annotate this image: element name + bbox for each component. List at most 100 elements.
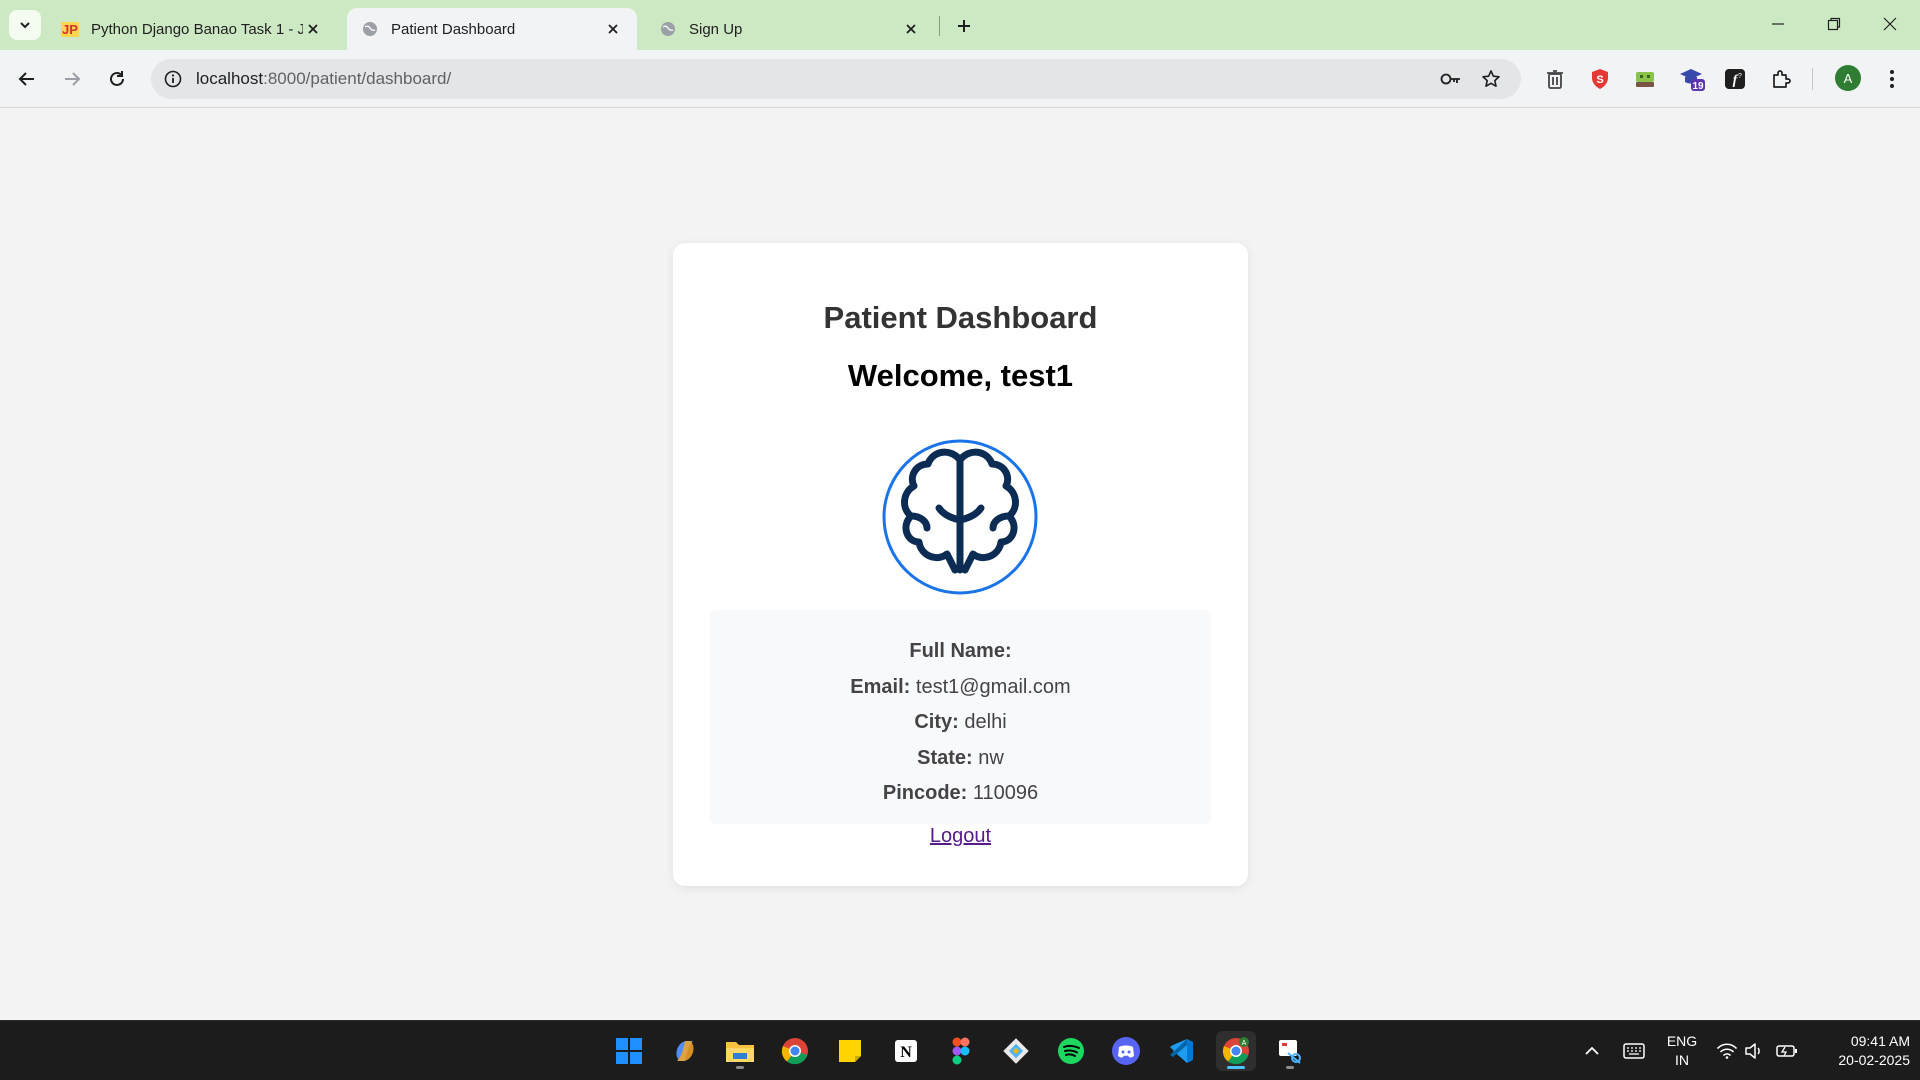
password-key-icon[interactable] [1439, 67, 1463, 91]
forward-button[interactable] [56, 63, 88, 95]
state-label: State: [917, 746, 973, 769]
wifi-icon[interactable] [1714, 1021, 1740, 1080]
shield-extension-icon[interactable]: S [1585, 64, 1615, 94]
address-bar[interactable]: localhost:8000/patient/dashboard/ [151, 59, 1521, 99]
globe-icon [659, 20, 677, 38]
menu-kebab-icon[interactable] [1877, 64, 1907, 94]
chrome-profile-icon[interactable]: A [1216, 1031, 1256, 1071]
trash-extension-icon[interactable] [1540, 64, 1570, 94]
active-indicator [1227, 1066, 1245, 1069]
full-name-label: Full Name: [909, 640, 1012, 662]
tab-sign-up[interactable]: Sign Up [645, 8, 935, 50]
region-code: IN [1675, 1052, 1689, 1068]
running-indicator [1286, 1066, 1294, 1069]
system-clock[interactable]: 09:41 AM 20-02-2025 [1810, 1032, 1910, 1070]
start-icon[interactable] [609, 1031, 649, 1071]
chrome-icon[interactable] [775, 1031, 815, 1071]
language-code: ENG [1666, 1033, 1698, 1049]
font-extension-icon[interactable]: f? [1720, 64, 1750, 94]
city-row: City: delhi [710, 705, 1211, 741]
clock-date: 20-02-2025 [1838, 1052, 1910, 1068]
arrow-right-icon [65, 72, 81, 86]
url-host: localhost [196, 69, 264, 88]
svg-text:N: N [900, 1044, 912, 1061]
tab-search-button[interactable] [9, 10, 41, 40]
profile-avatar[interactable]: A [1835, 65, 1861, 91]
logout-link[interactable]: Logout [673, 825, 1248, 848]
notion-icon[interactable]: N [886, 1031, 926, 1071]
chevron-up-icon [1585, 1046, 1599, 1055]
reload-icon [110, 71, 124, 86]
minimize-button[interactable] [1750, 8, 1806, 40]
close-window-button[interactable] [1862, 8, 1918, 40]
volume-icon[interactable] [1742, 1021, 1766, 1080]
plus-icon [958, 20, 970, 32]
running-indicator [736, 1066, 744, 1069]
close-icon[interactable] [303, 19, 323, 39]
state-value: nw [978, 746, 1004, 769]
tab-separator [939, 16, 940, 36]
tab-title: Patient Dashboard [391, 20, 516, 38]
page-title: Patient Dashboard [823, 300, 1098, 335]
language-indicator[interactable]: ENG IN [1662, 1032, 1702, 1070]
url-path: :8000/patient/dashboard/ [263, 69, 452, 88]
tab-title: Python Django Banao Task 1 - J [91, 20, 303, 38]
arrow-left-icon [18, 72, 34, 86]
spotify-icon[interactable] [1051, 1031, 1091, 1071]
copilot-icon[interactable] [665, 1031, 705, 1071]
back-button[interactable] [11, 63, 43, 95]
email-label: Email: [850, 675, 911, 698]
email-row: Email: test1@gmail.com [710, 670, 1211, 706]
svg-text:?: ? [1738, 73, 1742, 80]
sticky-notes-icon[interactable] [830, 1031, 870, 1071]
minimize-icon [1772, 23, 1784, 25]
browser-toolbar: localhost:8000/patient/dashboard/ S 19 f… [0, 50, 1920, 108]
tab-python-django[interactable]: JP Python Django Banao Task 1 - J [47, 8, 337, 50]
battery-icon[interactable] [1774, 1021, 1800, 1080]
tab-strip: JP Python Django Banao Task 1 - J Patien… [0, 0, 1920, 50]
chevron-down-icon [20, 22, 30, 29]
site-info-icon[interactable] [162, 68, 184, 90]
snipping-tool-icon[interactable] [1270, 1031, 1310, 1071]
state-row: State: nw [710, 741, 1211, 777]
restore-button[interactable] [1806, 8, 1862, 40]
svg-text:A: A [1242, 1040, 1247, 1047]
plant-extension-icon[interactable] [1630, 64, 1660, 94]
close-icon[interactable] [901, 19, 921, 39]
pincode-row: Pincode: 110096 [710, 776, 1211, 812]
pincode-label: Pincode: [882, 782, 968, 804]
email-value: test1@gmail.com [915, 675, 1071, 698]
brain-avatar-icon [882, 439, 1038, 595]
close-icon[interactable] [603, 19, 623, 39]
restore-icon [1827, 17, 1841, 31]
extension-badge: 19 [1692, 81, 1704, 92]
jp-favicon-icon: JP [61, 21, 79, 37]
vscode-icon[interactable] [1161, 1031, 1201, 1071]
discord-icon[interactable] [1106, 1031, 1146, 1071]
toolbar-divider [1812, 68, 1813, 90]
city-value: delhi [964, 711, 1007, 733]
bookmark-star-icon[interactable] [1479, 67, 1503, 91]
show-hidden-icons-button[interactable] [1580, 1021, 1604, 1080]
full-name-row: Full Name: [710, 634, 1211, 670]
extensions-puzzle-icon[interactable] [1766, 64, 1796, 94]
graduation-cap-extension-icon[interactable]: 19 [1677, 64, 1707, 94]
pincode-value: 110096 [972, 782, 1039, 804]
file-explorer-icon[interactable] [720, 1031, 760, 1071]
svg-text:S: S [1596, 74, 1603, 86]
reload-button[interactable] [101, 63, 133, 95]
tab-title: Sign Up [689, 20, 743, 38]
globe-icon [361, 20, 379, 38]
patient-info-box: Full Name: Email: test1@gmail.com City: … [710, 610, 1211, 824]
tab-patient-dashboard[interactable]: Patient Dashboard [347, 8, 637, 50]
keyboard-icon[interactable] [1620, 1021, 1648, 1080]
figma-icon[interactable] [941, 1031, 981, 1071]
new-tab-button[interactable] [950, 12, 978, 40]
url-text[interactable]: localhost:8000/patient/dashboard/ [196, 69, 1521, 89]
git-icon[interactable] [996, 1031, 1036, 1071]
clock-time: 09:41 AM [1850, 1033, 1910, 1049]
city-label: City: [914, 711, 959, 733]
dashboard-card: Patient Dashboard Welcome, test1 Full Na… [673, 243, 1248, 886]
close-icon [1883, 17, 1897, 31]
welcome-heading: Welcome, test1 [847, 358, 1074, 393]
